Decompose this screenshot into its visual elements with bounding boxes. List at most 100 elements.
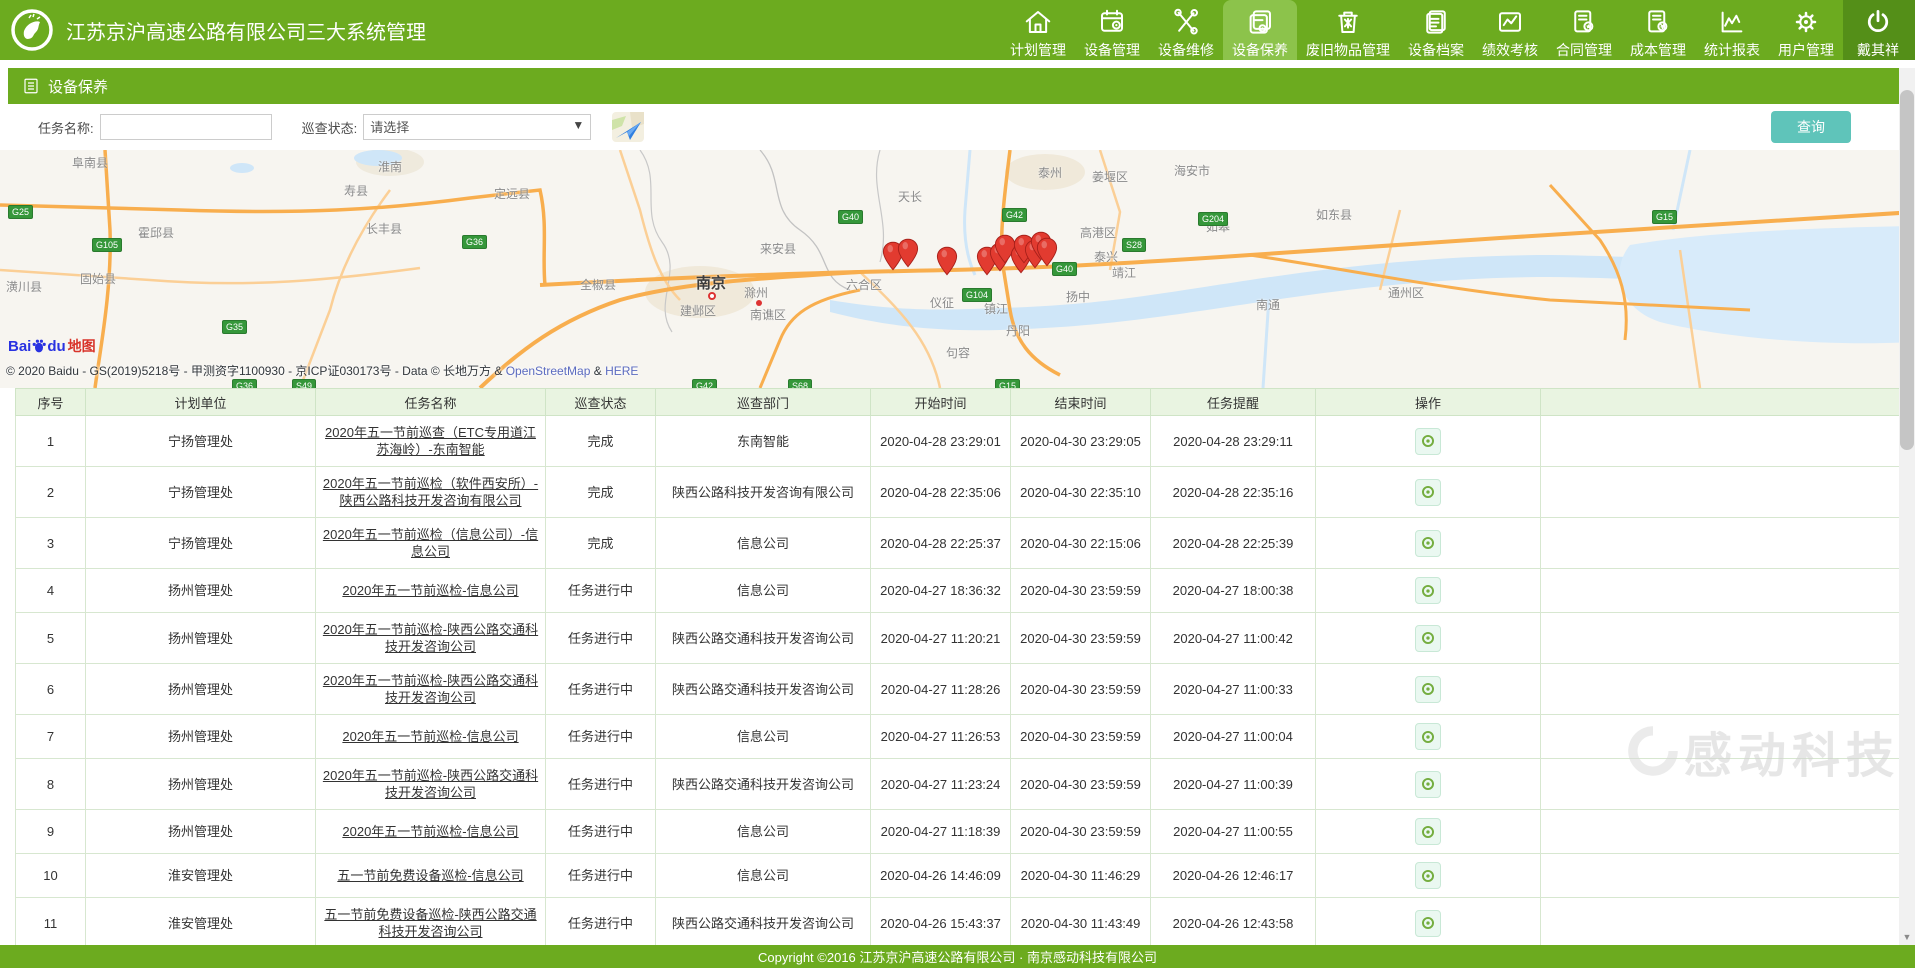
power-icon [1863,6,1893,38]
vertical-scrollbar[interactable]: ▼ [1899,68,1915,945]
task-name-cell: 2020年五一节前巡检-陕西公路交通科技开发咨询公司 [316,759,546,810]
task-name-link[interactable]: 2020年五一节前巡检（软件西安所）-陕西公路科技开发咨询有限公司 [323,476,538,508]
nav-item-cost[interactable]: 成本管理 [1621,0,1695,60]
task-name-link[interactable]: 2020年五一节前巡检-信息公司 [342,583,518,598]
nav-item-trash[interactable]: 废旧物品管理 [1297,0,1399,60]
view-detail-button[interactable] [1415,625,1441,652]
table-cell: 2020-04-28 23:29:11 [1151,416,1316,467]
map[interactable]: 阜南县淮南寿县定远县长丰县霍邱县固始县潢川县来安县天长滁州南谯区全椒县六合区仪征… [0,150,1915,388]
table-cell: 信息公司 [656,854,871,898]
map-label: 滁州 [744,284,768,301]
table-cell: 2020-04-26 12:43:58 [1151,898,1316,946]
map-marker-icon[interactable] [897,238,919,268]
operation-cell [1316,518,1541,569]
task-name-cell: 2020年五一节前巡检（软件西安所）-陕西公路科技开发咨询有限公司 [316,467,546,518]
table-cell: 2020-04-30 11:46:29 [1011,854,1151,898]
column-header: 任务提醒 [1151,389,1316,416]
nav-item-report[interactable]: 统计报表 [1695,0,1769,60]
table-row: 5扬州管理处2020年五一节前巡检-陕西公路交通科技开发咨询公司任务进行中陕西公… [16,613,1900,664]
device-gear-icon [1097,6,1127,38]
view-detail-button[interactable] [1415,428,1441,455]
map-marker-icon[interactable] [1036,237,1058,267]
archive-icon [1421,6,1451,38]
view-detail-button[interactable] [1415,530,1441,557]
task-name-link[interactable]: 2020年五一节前巡查（ETC专用道江苏海岭）-东南智能 [325,425,536,457]
table-row: 8扬州管理处2020年五一节前巡检-陕西公路交通科技开发咨询公司任务进行中陕西公… [16,759,1900,810]
nav-item-maintenance[interactable]: 设备保养 [1223,0,1297,60]
table-cell: 4 [16,569,86,613]
map-label: 来安县 [760,240,796,257]
table-cell: 6 [16,664,86,715]
nav-item-performance[interactable]: 绩效考核 [1473,0,1547,60]
task-name-link[interactable]: 2020年五一节前巡检-陕西公路交通科技开发咨询公司 [323,622,538,654]
nav-item-gear[interactable]: 用户管理 [1769,0,1843,60]
status-select[interactable]: 请选择 [363,114,591,140]
task-name-link[interactable]: 2020年五一节前巡检-陕西公路交通科技开发咨询公司 [323,768,538,800]
map-label: 霍邱县 [138,224,174,241]
table-cell: 扬州管理处 [86,569,316,613]
task-name-cell: 2020年五一节前巡检（信息公司）-信息公司 [316,518,546,569]
nav-item-archive[interactable]: 设备档案 [1399,0,1473,60]
task-name-link[interactable]: 2020年五一节前巡检-信息公司 [342,824,518,839]
view-detail-button[interactable] [1415,479,1441,506]
table-cell: 扬州管理处 [86,613,316,664]
table-cell: 信息公司 [656,518,871,569]
table-cell: 2020-04-26 15:43:37 [871,898,1011,946]
map-label: 海安市 [1174,162,1210,179]
nav-item-label: 设备保养 [1232,40,1288,60]
map-label: 镇江 [984,300,1008,317]
operation-cell [1316,759,1541,810]
road-badge: G25 [8,205,33,219]
table-row: 10淮安管理处五一节前免费设备巡检-信息公司任务进行中信息公司2020-04-2… [16,854,1900,898]
table-cell: 8 [16,759,86,810]
table-cell: 扬州管理处 [86,715,316,759]
map-label: 寿县 [344,182,368,199]
gear-icon [1791,6,1821,38]
map-label: 南谯区 [750,306,786,323]
road-badge: G105 [92,238,122,252]
nav-item-power[interactable]: 戴其祥 [1843,0,1915,60]
osm-link[interactable]: OpenStreetMap [506,364,591,378]
nav-item-contract[interactable]: 合同管理 [1547,0,1621,60]
table-cell: 2020-04-27 11:00:42 [1151,613,1316,664]
view-detail-button[interactable] [1415,818,1441,845]
scrollbar-down-arrow[interactable]: ▼ [1899,929,1915,945]
table-cell: 2020-04-27 11:28:26 [871,664,1011,715]
report-icon [1717,6,1747,38]
map-locate-button[interactable] [611,111,645,143]
task-name-link[interactable]: 五一节前免费设备巡检-信息公司 [337,868,523,883]
view-detail-button[interactable] [1415,723,1441,750]
nav-item-tools[interactable]: 设备维修 [1149,0,1223,60]
table-cell: 10 [16,854,86,898]
task-name-link[interactable]: 2020年五一节前巡检（信息公司）-信息公司 [323,527,538,559]
operation-cell [1316,467,1541,518]
task-name-cell: 2020年五一节前巡查（ETC专用道江苏海岭）-东南智能 [316,416,546,467]
table-cell: 2020-04-27 11:23:24 [871,759,1011,810]
nav-item-device-gear[interactable]: 设备管理 [1075,0,1149,60]
map-label: 靖江 [1112,264,1136,281]
map-marker-icon[interactable] [936,246,958,276]
table-row: 3宁扬管理处2020年五一节前巡检（信息公司）-信息公司完成信息公司2020-0… [16,518,1900,569]
view-detail-button[interactable] [1415,577,1441,604]
here-link[interactable]: HERE [605,364,638,378]
task-name-link[interactable]: 2020年五一节前巡检-陕西公路交通科技开发咨询公司 [323,673,538,705]
view-detail-button[interactable] [1415,910,1441,937]
task-name-link[interactable]: 五一节前免费设备巡检-陕西公路交通科技开发咨询公司 [324,907,536,939]
operation-cell [1316,416,1541,467]
nav-item-home[interactable]: 计划管理 [1001,0,1075,60]
table-cell: 2020-04-27 11:26:53 [871,715,1011,759]
query-button[interactable]: 查询 [1771,111,1851,143]
view-detail-button[interactable] [1415,676,1441,703]
view-detail-button[interactable] [1415,771,1441,798]
road-badge: S68 [788,379,812,388]
table-cell: 陕西公路科技开发咨询有限公司 [656,467,871,518]
table-cell: 信息公司 [656,810,871,854]
task-name-link[interactable]: 2020年五一节前巡检-信息公司 [342,729,518,744]
operation-cell [1316,898,1541,946]
view-detail-button[interactable] [1415,862,1441,889]
app-header: 江苏京沪高速公路有限公司三大系统管理 计划管理设备管理设备维修设备保养废旧物品管… [0,0,1915,60]
task-name-input[interactable] [100,114,272,140]
table-cell: 任务进行中 [546,664,656,715]
scrollbar-thumb[interactable] [1900,90,1914,450]
table-cell: 2020-04-30 22:35:10 [1011,467,1151,518]
